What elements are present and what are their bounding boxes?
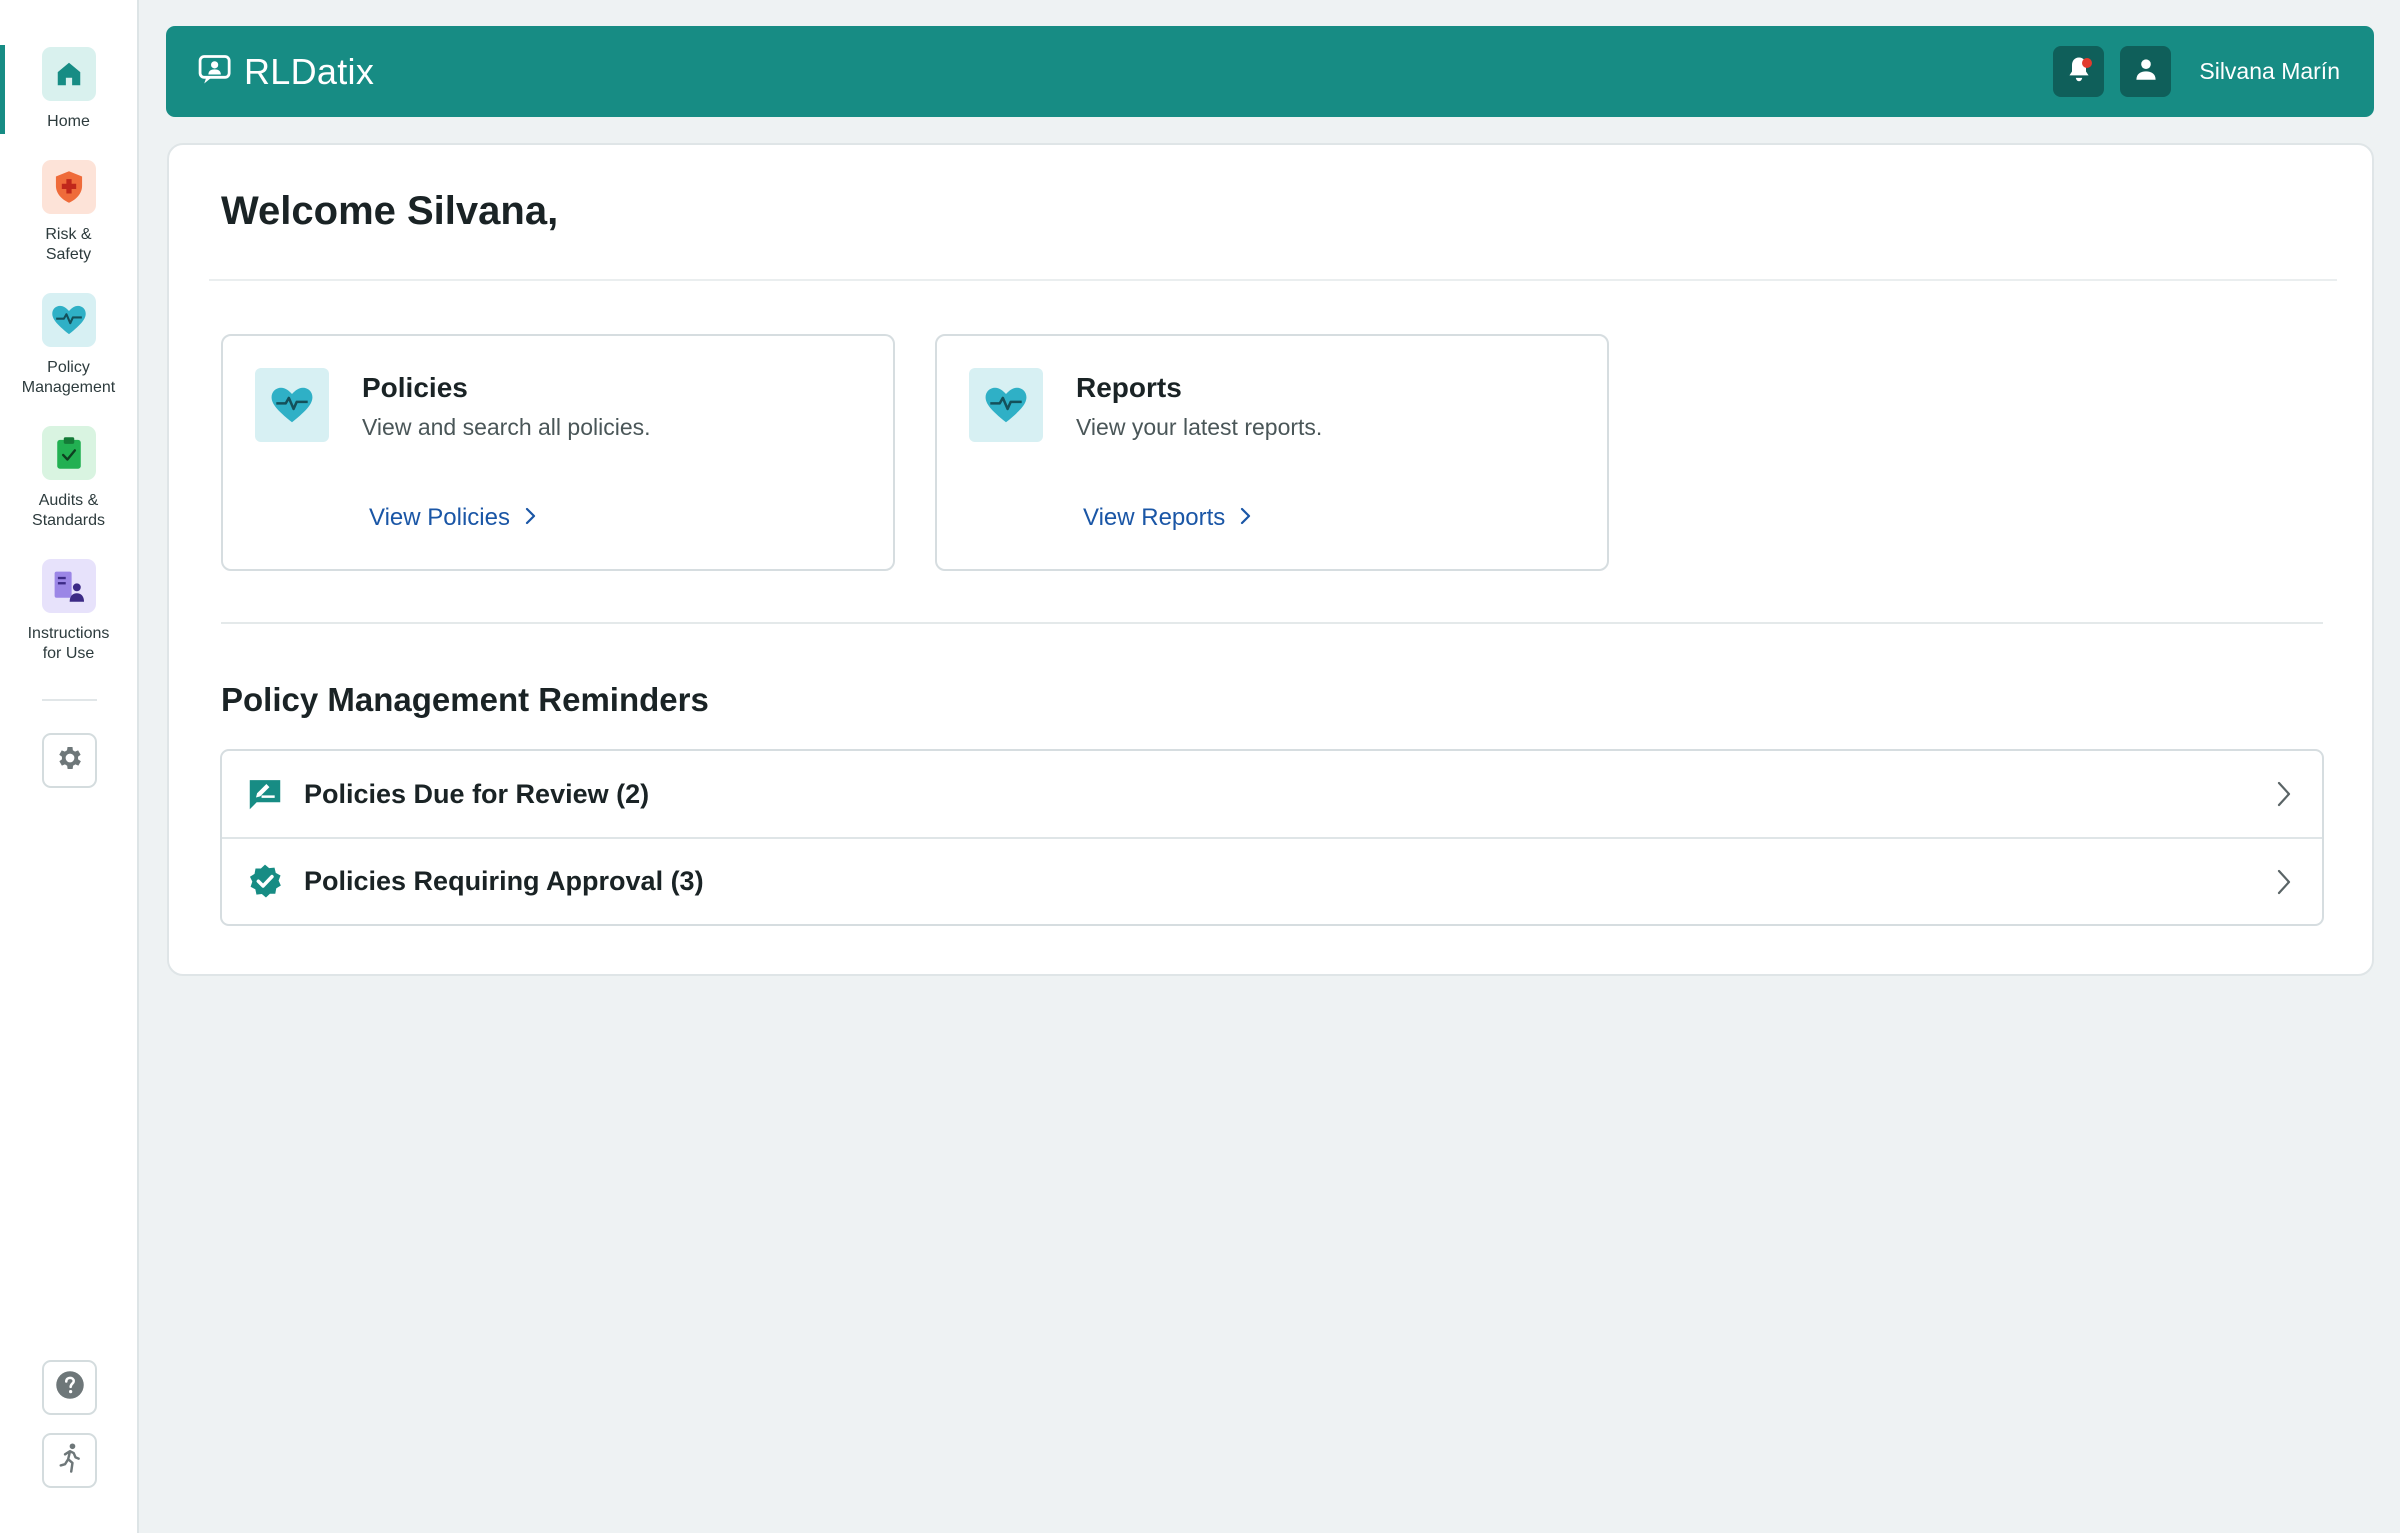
card-title: Reports [1076,372,1182,403]
sidebar-item-audits-standards[interactable]: Audits & Standards [0,426,137,531]
heart-pulse-icon [969,368,1043,442]
page-title: Welcome Silvana, [221,189,559,233]
verified-badge-icon [246,863,284,901]
reminder-due-for-review[interactable]: Policies Due for Review (2) [222,751,2322,837]
sidebar: Home Risk & Safety Policy Management Aud… [0,0,139,1533]
reminders-title: Policy Management Reminders [221,681,709,718]
sidebar-item-label: Audits & Standards [32,492,105,529]
running-person-icon [55,1442,85,1479]
view-reports-link[interactable]: View Reports [1083,504,1251,532]
reminders-list: Policies Due for Review (2) Policies Req… [220,749,2324,926]
divider [221,622,2323,624]
brand-name: RLDatix [244,50,375,92]
chevron-right-icon [2276,869,2292,895]
rldatix-logo-icon [198,52,234,91]
user-name[interactable]: Silvana Marín [2199,58,2340,85]
divider [209,279,2337,281]
chevron-right-icon [1239,504,1251,532]
user-avatar-button[interactable] [2120,46,2172,97]
top-header: RLDatix Silvana Marín [166,26,2374,117]
main-content: Welcome Silvana, Policies View and searc… [167,143,2374,976]
home-icon [41,47,96,101]
link-label: View Reports [1083,504,1226,531]
sidebar-item-instructions[interactable]: Instructions for Use [0,559,137,664]
reminder-requiring-approval[interactable]: Policies Requiring Approval (3) [222,837,2322,924]
help-button[interactable] [42,1360,97,1415]
sidebar-item-label: Risk & Safety [45,226,92,263]
policies-card: Policies View and search all policies. V… [221,334,895,571]
chevron-right-icon [2276,781,2292,807]
view-policies-link[interactable]: View Policies [369,504,536,532]
sidebar-divider [42,699,97,701]
shield-cross-icon [41,160,96,214]
heart-pulse-icon [41,293,96,347]
document-person-icon [41,559,96,613]
review-edit-icon [246,775,284,813]
sidebar-item-label: Policy Management [21,359,116,396]
reminder-label: Policies Requiring Approval (3) [304,866,704,896]
sidebar-item-risk-safety[interactable]: Risk & Safety [0,160,137,265]
reminder-label: Policies Due for Review (2) [304,778,650,809]
card-title: Policies [362,372,468,403]
sidebar-item-label: Home [47,113,90,130]
card-description: View your latest reports. [1076,414,1323,440]
sidebar-item-policy-management[interactable]: Policy Management [0,293,137,398]
link-label: View Policies [369,504,510,531]
exit-button[interactable] [42,1433,97,1488]
sidebar-item-label: Instructions for Use [27,625,110,662]
brand-logo[interactable]: RLDatix [198,51,374,93]
reports-card: Reports View your latest reports. View R… [935,334,1609,571]
chevron-right-icon [524,504,536,532]
gear-icon [55,743,85,778]
heart-pulse-icon [255,368,329,442]
clipboard-check-icon [41,426,96,480]
user-icon [2134,57,2158,86]
settings-button[interactable] [42,733,97,788]
card-description: View and search all policies. [362,414,651,440]
question-icon [55,1370,85,1405]
sidebar-item-home[interactable]: Home [0,45,137,134]
notifications-button[interactable] [2053,46,2105,97]
